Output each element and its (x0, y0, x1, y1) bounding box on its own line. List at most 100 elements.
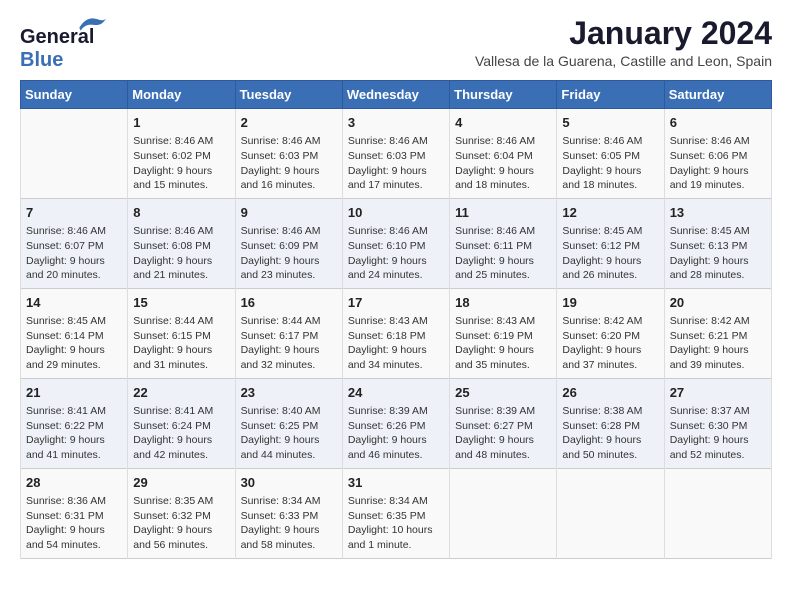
calendar-cell: 29Sunrise: 8:35 AMSunset: 6:32 PMDayligh… (128, 468, 235, 558)
calendar-cell: 23Sunrise: 8:40 AMSunset: 6:25 PMDayligh… (235, 378, 342, 468)
cell-detail: Daylight: 9 hours (241, 164, 337, 179)
cell-detail: Daylight: 9 hours (455, 433, 551, 448)
cell-detail: Daylight: 9 hours (133, 164, 229, 179)
cell-detail: and 48 minutes. (455, 448, 551, 463)
cell-detail: Sunset: 6:02 PM (133, 149, 229, 164)
cell-detail: and 15 minutes. (133, 178, 229, 193)
day-number: 29 (133, 474, 229, 492)
cell-detail: Sunset: 6:26 PM (348, 419, 444, 434)
cell-detail: and 42 minutes. (133, 448, 229, 463)
cell-detail: Sunset: 6:22 PM (26, 419, 122, 434)
day-number: 17 (348, 294, 444, 312)
cell-detail: Sunset: 6:27 PM (455, 419, 551, 434)
cell-detail: Sunset: 6:11 PM (455, 239, 551, 254)
cell-detail: and 28 minutes. (670, 268, 766, 283)
cell-detail: and 39 minutes. (670, 358, 766, 373)
calendar-cell: 24Sunrise: 8:39 AMSunset: 6:26 PMDayligh… (342, 378, 449, 468)
cell-detail: and 19 minutes. (670, 178, 766, 193)
calendar-cell: 19Sunrise: 8:42 AMSunset: 6:20 PMDayligh… (557, 288, 664, 378)
calendar-cell: 26Sunrise: 8:38 AMSunset: 6:28 PMDayligh… (557, 378, 664, 468)
calendar-cell: 5 Sunrise: 8:46 AMSunset: 6:05 PMDaylight… (557, 109, 664, 199)
cell-detail: Daylight: 9 hours (670, 164, 766, 179)
day-number: 16 (241, 294, 337, 312)
calendar-cell: 28Sunrise: 8:36 AMSunset: 6:31 PMDayligh… (21, 468, 128, 558)
calendar-cell: 30Sunrise: 8:34 AMSunset: 6:33 PMDayligh… (235, 468, 342, 558)
cell-detail: Sunrise: 8:43 AM (455, 314, 551, 329)
cell-detail: Sunset: 6:12 PM (562, 239, 658, 254)
day-number: 3 (348, 114, 444, 132)
cell-detail: and 25 minutes. (455, 268, 551, 283)
cell-detail: Sunset: 6:03 PM (241, 149, 337, 164)
day-number: 4 (455, 114, 551, 132)
cell-detail: Sunset: 6:08 PM (133, 239, 229, 254)
calendar-cell: 6Sunrise: 8:46 AMSunset: 6:06 PMDaylight… (664, 109, 771, 199)
cell-detail: Daylight: 9 hours (26, 433, 122, 448)
day-number: 2 (241, 114, 337, 132)
logo-general: General (20, 26, 94, 49)
cell-detail: Daylight: 9 hours (133, 254, 229, 269)
calendar-cell: 16Sunrise: 8:44 AMSunset: 6:17 PMDayligh… (235, 288, 342, 378)
cell-detail: Sunset: 6:13 PM (670, 239, 766, 254)
cell-detail: Daylight: 9 hours (133, 343, 229, 358)
cell-detail: Daylight: 9 hours (241, 343, 337, 358)
day-number: 6 (670, 114, 766, 132)
calendar-week-row: 1Sunrise: 8:46 AMSunset: 6:02 PMDaylight… (21, 109, 772, 199)
day-number: 8 (133, 204, 229, 222)
cell-detail: Sunset: 6:24 PM (133, 419, 229, 434)
cell-detail: Daylight: 9 hours (241, 523, 337, 538)
calendar-cell: 27Sunrise: 8:37 AMSunset: 6:30 PMDayligh… (664, 378, 771, 468)
day-number: 15 (133, 294, 229, 312)
day-number: 5 (562, 114, 658, 132)
cell-detail: Daylight: 9 hours (670, 433, 766, 448)
calendar-cell: 3Sunrise: 8:46 AMSunset: 6:03 PMDaylight… (342, 109, 449, 199)
cell-detail: and 18 minutes. (455, 178, 551, 193)
calendar-cell: 12Sunrise: 8:45 AMSunset: 6:12 PMDayligh… (557, 198, 664, 288)
calendar-cell: 8Sunrise: 8:46 AMSunset: 6:08 PMDaylight… (128, 198, 235, 288)
cell-detail: and 16 minutes. (241, 178, 337, 193)
calendar-cell: 9Sunrise: 8:46 AMSunset: 6:09 PMDaylight… (235, 198, 342, 288)
cell-detail: Daylight: 9 hours (562, 343, 658, 358)
day-number: 10 (348, 204, 444, 222)
cell-detail: Sunrise: 8:46 AM (562, 134, 658, 149)
calendar-cell (664, 468, 771, 558)
cell-detail: Sunset: 6:04 PM (455, 149, 551, 164)
cell-detail: Daylight: 9 hours (348, 164, 444, 179)
cell-detail: Sunrise: 8:46 AM (348, 224, 444, 239)
calendar-header-row: SundayMondayTuesdayWednesdayThursdayFrid… (21, 81, 772, 109)
calendar-week-row: 21Sunrise: 8:41 AMSunset: 6:22 PMDayligh… (21, 378, 772, 468)
cell-detail: and 58 minutes. (241, 538, 337, 553)
cell-detail: and 21 minutes. (133, 268, 229, 283)
cell-detail: Sunrise: 8:37 AM (670, 404, 766, 419)
cell-detail: and 32 minutes. (241, 358, 337, 373)
cell-detail: Sunset: 6:30 PM (670, 419, 766, 434)
cell-detail: Sunrise: 8:42 AM (562, 314, 658, 329)
cell-detail: Sunset: 6:31 PM (26, 509, 122, 524)
col-header-wednesday: Wednesday (342, 81, 449, 109)
page-header: General Blue January 2024 Vallesa de la … (20, 16, 772, 72)
day-number: 12 (562, 204, 658, 222)
cell-detail: Sunrise: 8:36 AM (26, 494, 122, 509)
cell-detail: Daylight: 9 hours (348, 433, 444, 448)
calendar-cell: 21Sunrise: 8:41 AMSunset: 6:22 PMDayligh… (21, 378, 128, 468)
cell-detail: Daylight: 9 hours (670, 254, 766, 269)
cell-detail: Daylight: 9 hours (455, 164, 551, 179)
calendar-cell: 4 Sunrise: 8:46 AMSunset: 6:04 PMDaylight… (450, 109, 557, 199)
calendar-cell (450, 468, 557, 558)
calendar-cell (21, 109, 128, 199)
cell-detail: Daylight: 9 hours (562, 164, 658, 179)
day-number: 11 (455, 204, 551, 222)
cell-detail: Sunrise: 8:46 AM (133, 134, 229, 149)
cell-detail: and 50 minutes. (562, 448, 658, 463)
cell-detail: Sunset: 6:14 PM (26, 329, 122, 344)
calendar-cell: 25Sunrise: 8:39 AMSunset: 6:27 PMDayligh… (450, 378, 557, 468)
cell-detail: Sunset: 6:05 PM (562, 149, 658, 164)
cell-detail: Daylight: 9 hours (670, 343, 766, 358)
calendar-week-row: 7Sunrise: 8:46 AMSunset: 6:07 PMDaylight… (21, 198, 772, 288)
cell-detail: Sunrise: 8:44 AM (133, 314, 229, 329)
calendar-cell: 17Sunrise: 8:43 AMSunset: 6:18 PMDayligh… (342, 288, 449, 378)
cell-detail: Sunrise: 8:46 AM (455, 134, 551, 149)
calendar-cell: 7Sunrise: 8:46 AMSunset: 6:07 PMDaylight… (21, 198, 128, 288)
calendar-cell: 22Sunrise: 8:41 AMSunset: 6:24 PMDayligh… (128, 378, 235, 468)
col-header-friday: Friday (557, 81, 664, 109)
col-header-saturday: Saturday (664, 81, 771, 109)
